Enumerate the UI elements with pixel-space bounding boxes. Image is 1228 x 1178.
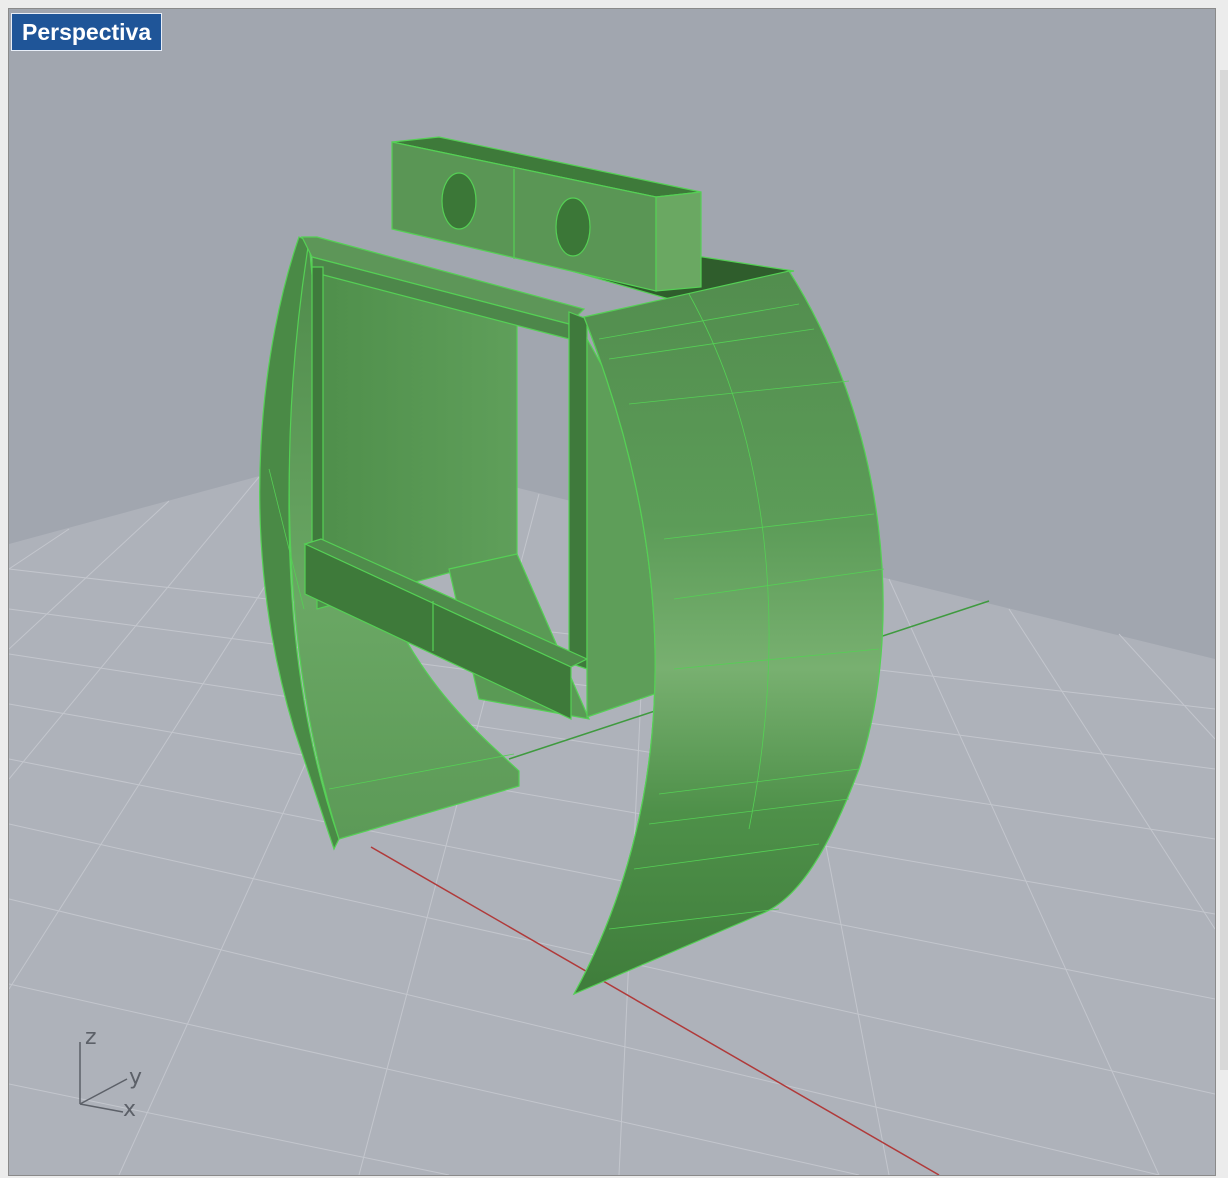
mount-block-side: [655, 191, 702, 292]
mount-hole-left: [441, 172, 477, 230]
gizmo-y-label: y: [129, 1065, 143, 1090]
gizmo-x-label: x: [123, 1097, 137, 1122]
frame-right-post: [568, 311, 588, 670]
frame-left-post: [311, 266, 324, 552]
gizmo-z-label: z: [85, 1025, 97, 1050]
mount-hole-right: [555, 197, 591, 257]
window-edge: [1220, 70, 1228, 1070]
viewport-frame: Perspectiva z y x: [0, 0, 1228, 1178]
viewport-title-tab[interactable]: Perspectiva: [11, 13, 163, 51]
perspective-viewport[interactable]: Perspectiva z y x: [8, 8, 1216, 1176]
viewport-canvas[interactable]: [9, 9, 1215, 1175]
